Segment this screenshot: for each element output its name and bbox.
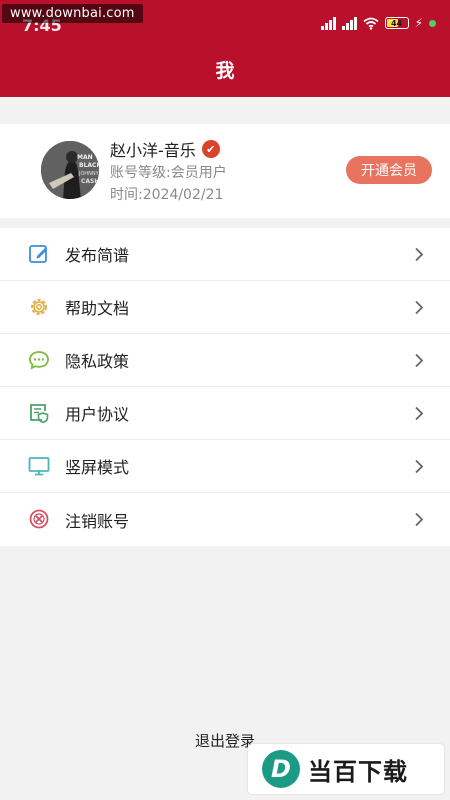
menu-item-label: 用户协议 xyxy=(65,405,130,424)
battery-level: 44 xyxy=(390,18,403,28)
verified-icon: ✔ xyxy=(201,140,220,158)
svg-text:CASH: CASH xyxy=(81,178,99,185)
menu-item-privacy-policy[interactable]: 隐私政策 xyxy=(0,334,450,387)
status-icons: 44 ⚡ xyxy=(320,16,436,30)
menu-item-portrait-mode[interactable]: 竖屏模式 xyxy=(0,440,450,493)
status-bar: 7:45 www.downbai.com 44 ⚡ xyxy=(0,0,450,44)
profile-card[interactable]: MAN BLACK JOHNNY CASH 赵小洋-音乐 ✔ 账号等级:会员用户… xyxy=(0,124,450,218)
menu-item-label: 隐私政策 xyxy=(65,352,130,371)
monitor-icon xyxy=(28,457,50,476)
avatar-image: MAN BLACK JOHNNY CASH xyxy=(41,141,99,199)
account-level: 账号等级:会员用户 xyxy=(110,165,227,181)
menu-item-label: 帮助文档 xyxy=(65,299,130,318)
brand-logo: D xyxy=(262,750,300,788)
menu-item-label: 注销账号 xyxy=(65,511,130,531)
chevron-right-icon xyxy=(415,406,424,421)
header-bar: 7:45 www.downbai.com 44 ⚡ 我 xyxy=(0,0,450,97)
chevron-right-icon xyxy=(415,353,424,368)
gear-icon xyxy=(31,299,47,315)
brand-text: 当百下载 xyxy=(308,757,408,786)
brand-watermark: D 当百下载 xyxy=(248,744,444,794)
chevron-right-icon xyxy=(415,512,424,527)
battery-icon: 44 xyxy=(384,17,409,29)
svg-text:MAN: MAN xyxy=(77,154,93,161)
menu-item-label: 竖屏模式 xyxy=(65,458,130,477)
document-shield-icon xyxy=(30,404,49,424)
page-title: 我 xyxy=(215,60,235,82)
menu-item-delete-account[interactable]: 注销账号 xyxy=(0,493,450,546)
avatar[interactable]: MAN BLACK JOHNNY CASH xyxy=(41,141,99,199)
menu-item-user-agreement[interactable]: 用户协议 xyxy=(0,387,450,440)
menu-item-label: 发布简谱 xyxy=(65,246,130,265)
svg-text:BLACK: BLACK xyxy=(79,162,99,169)
chevron-right-icon xyxy=(415,247,424,262)
wifi-icon xyxy=(362,17,379,30)
account-date: 时间:2024/02/21 xyxy=(110,187,224,203)
charging-icon: ⚡ xyxy=(414,16,423,30)
menu-item-help-docs[interactable]: 帮助文档 xyxy=(0,281,450,334)
svg-text:JOHNNY: JOHNNY xyxy=(78,171,99,177)
settings-menu: 发布简谱 帮助文档 隐私政策 用户协议 竖屏模式 注销账号 xyxy=(0,228,450,546)
edit-icon xyxy=(29,245,47,263)
user-name: 赵小洋-音乐 xyxy=(110,141,196,160)
cellular-signal-icon xyxy=(320,16,336,30)
menu-item-publish-score[interactable]: 发布简谱 xyxy=(0,228,450,281)
cancel-circle-icon xyxy=(29,509,49,529)
chevron-right-icon xyxy=(415,459,424,474)
watermark-label: www.downbai.com xyxy=(2,4,143,23)
indicator-dot-icon xyxy=(429,19,436,27)
chevron-right-icon xyxy=(415,300,424,315)
chat-bubble-icon xyxy=(29,351,49,370)
cellular-signal-icon xyxy=(341,16,357,30)
user-name-row: 赵小洋-音乐 ✔ xyxy=(110,137,220,161)
open-vip-button[interactable]: 开通会员 xyxy=(346,156,432,184)
